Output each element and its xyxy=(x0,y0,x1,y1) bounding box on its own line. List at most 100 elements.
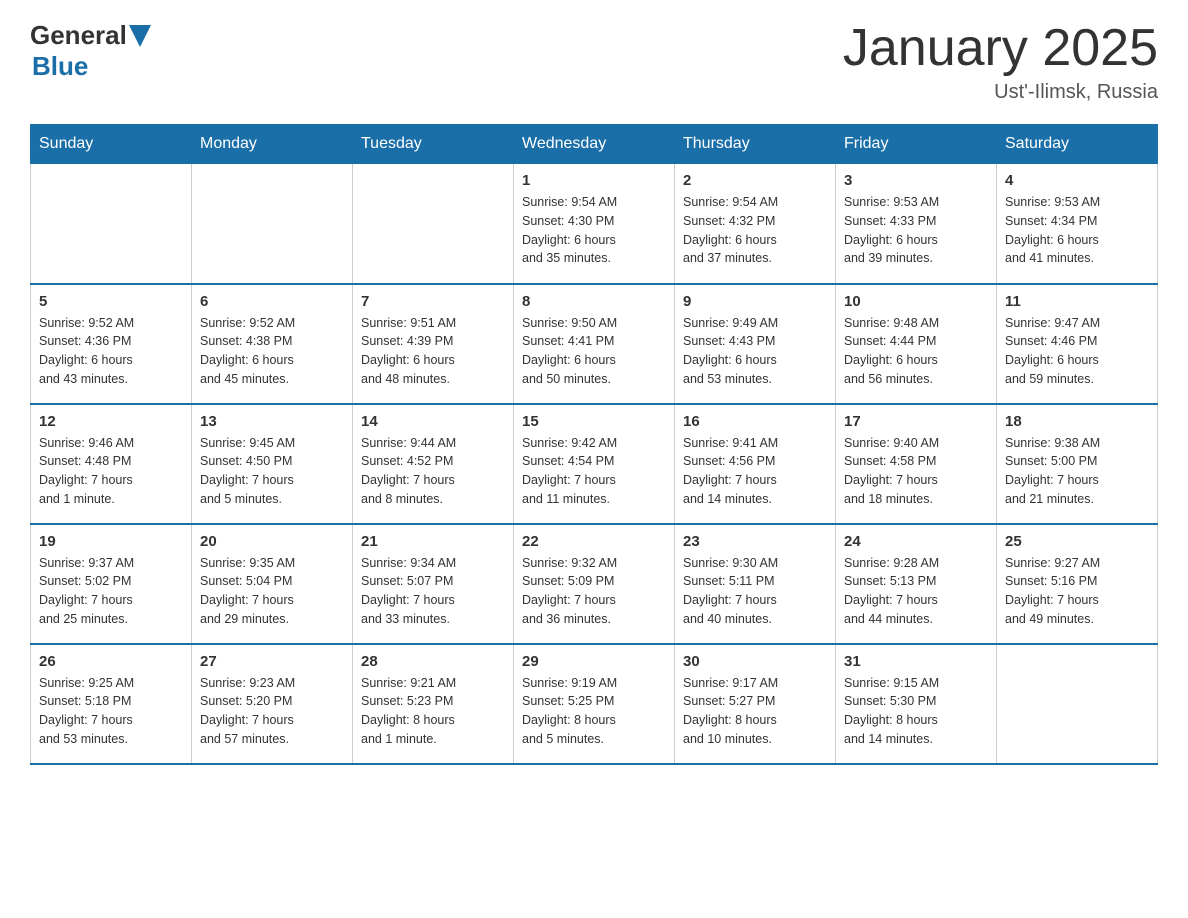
table-row: 28Sunrise: 9:21 AM Sunset: 5:23 PM Dayli… xyxy=(353,644,514,764)
table-row: 18 Sunrise: 9:38 AM Sunset: 5:00 PM Dayli… xyxy=(997,404,1158,524)
header-saturday: Saturday xyxy=(997,125,1158,164)
calendar-week-row: 1 Sunrise: 9:54 AM Sunset: 4:30 PM Daylig… xyxy=(31,164,1158,284)
day-number: 9 xyxy=(683,293,827,310)
day-info: Sunrise: 9:45 AM Sunset: 4:50 PM Dayligh… xyxy=(200,434,344,509)
day-number: 29 xyxy=(522,653,666,670)
day-number: 17 xyxy=(844,413,988,430)
table-row: 9 Sunrise: 9:49 AM Sunset: 4:43 PM Daylig… xyxy=(675,284,836,404)
location: Ust'-Ilimsk, Russia xyxy=(843,81,1158,104)
day-number: 27 xyxy=(200,653,344,670)
day-info: Sunrise: 9:41 AM Sunset: 4:56 PM Dayligh… xyxy=(683,434,827,509)
table-row: 20 Sunrise: 9:35 AM Sunset: 5:04 PM Dayli… xyxy=(192,524,353,644)
day-number: 3 xyxy=(844,172,988,189)
day-number: 14 xyxy=(361,413,505,430)
month-title: January 2025 xyxy=(843,20,1158,77)
calendar-header-row: Sunday Monday Tuesday Wednesday Thursday… xyxy=(31,125,1158,164)
table-row: 1 Sunrise: 9:54 AM Sunset: 4:30 PM Daylig… xyxy=(514,164,675,284)
day-info: Sunrise: 9:35 AM Sunset: 5:04 PM Dayligh… xyxy=(200,554,344,629)
day-info: Sunrise: 9:52 AM Sunset: 4:38 PM Dayligh… xyxy=(200,314,344,389)
calendar-week-row: 26Sunrise: 9:25 AM Sunset: 5:18 PM Dayli… xyxy=(31,644,1158,764)
day-number: 20 xyxy=(200,533,344,550)
day-info: Sunrise: 9:17 AM Sunset: 5:27 PM Dayligh… xyxy=(683,674,827,749)
day-info: Sunrise: 9:42 AM Sunset: 4:54 PM Dayligh… xyxy=(522,434,666,509)
table-row: 30 Sunrise: 9:17 AM Sunset: 5:27 PM Dayli… xyxy=(675,644,836,764)
day-info: Sunrise: 9:53 AM Sunset: 4:33 PM Dayligh… xyxy=(844,193,988,268)
table-row: 16Sunrise: 9:41 AM Sunset: 4:56 PM Dayli… xyxy=(675,404,836,524)
table-row: 22 Sunrise: 9:32 AM Sunset: 5:09 PM Dayli… xyxy=(514,524,675,644)
day-info: Sunrise: 9:28 AM Sunset: 5:13 PM Dayligh… xyxy=(844,554,988,629)
day-info: Sunrise: 9:54 AM Sunset: 4:32 PM Dayligh… xyxy=(683,193,827,268)
day-info: Sunrise: 9:46 AM Sunset: 4:48 PM Dayligh… xyxy=(39,434,183,509)
header-sunday: Sunday xyxy=(31,125,192,164)
day-info: Sunrise: 9:32 AM Sunset: 5:09 PM Dayligh… xyxy=(522,554,666,629)
table-row: 7Sunrise: 9:51 AM Sunset: 4:39 PM Daylig… xyxy=(353,284,514,404)
table-row: 17 Sunrise: 9:40 AM Sunset: 4:58 PM Dayli… xyxy=(836,404,997,524)
calendar-week-row: 12Sunrise: 9:46 AM Sunset: 4:48 PM Dayli… xyxy=(31,404,1158,524)
day-info: Sunrise: 9:44 AM Sunset: 4:52 PM Dayligh… xyxy=(361,434,505,509)
table-row: 5 Sunrise: 9:52 AM Sunset: 4:36 PM Daylig… xyxy=(31,284,192,404)
table-row: 2 Sunrise: 9:54 AM Sunset: 4:32 PM Daylig… xyxy=(675,164,836,284)
day-number: 18 xyxy=(1005,413,1149,430)
day-info: Sunrise: 9:40 AM Sunset: 4:58 PM Dayligh… xyxy=(844,434,988,509)
day-number: 2 xyxy=(683,172,827,189)
table-row: 27Sunrise: 9:23 AM Sunset: 5:20 PM Dayli… xyxy=(192,644,353,764)
header-thursday: Thursday xyxy=(675,125,836,164)
day-number: 6 xyxy=(200,293,344,310)
day-info: Sunrise: 9:47 AM Sunset: 4:46 PM Dayligh… xyxy=(1005,314,1149,389)
table-row xyxy=(31,164,192,284)
day-info: Sunrise: 9:48 AM Sunset: 4:44 PM Dayligh… xyxy=(844,314,988,389)
table-row: 25 Sunrise: 9:27 AM Sunset: 5:16 PM Dayli… xyxy=(997,524,1158,644)
logo-general-text: General xyxy=(30,20,127,51)
header-monday: Monday xyxy=(192,125,353,164)
day-number: 21 xyxy=(361,533,505,550)
day-info: Sunrise: 9:50 AM Sunset: 4:41 PM Dayligh… xyxy=(522,314,666,389)
logo-blue-text: Blue xyxy=(32,51,88,82)
day-number: 13 xyxy=(200,413,344,430)
logo-triangle-icon xyxy=(129,25,151,47)
table-row: 4Sunrise: 9:53 AM Sunset: 4:34 PM Daylig… xyxy=(997,164,1158,284)
table-row: 31 Sunrise: 9:15 AM Sunset: 5:30 PM Dayli… xyxy=(836,644,997,764)
table-row: 8 Sunrise: 9:50 AM Sunset: 4:41 PM Daylig… xyxy=(514,284,675,404)
day-number: 22 xyxy=(522,533,666,550)
table-row: 12Sunrise: 9:46 AM Sunset: 4:48 PM Dayli… xyxy=(31,404,192,524)
calendar-table: Sunday Monday Tuesday Wednesday Thursday… xyxy=(30,124,1158,765)
day-info: Sunrise: 9:15 AM Sunset: 5:30 PM Dayligh… xyxy=(844,674,988,749)
page-header: General Blue January 2025 Ust'-Ilimsk, R… xyxy=(30,20,1158,104)
day-number: 8 xyxy=(522,293,666,310)
header-wednesday: Wednesday xyxy=(514,125,675,164)
day-info: Sunrise: 9:27 AM Sunset: 5:16 PM Dayligh… xyxy=(1005,554,1149,629)
day-number: 1 xyxy=(522,172,666,189)
day-info: Sunrise: 9:34 AM Sunset: 5:07 PM Dayligh… xyxy=(361,554,505,629)
day-info: Sunrise: 9:25 AM Sunset: 5:18 PM Dayligh… xyxy=(39,674,183,749)
header-tuesday: Tuesday xyxy=(353,125,514,164)
table-row: 29 Sunrise: 9:19 AM Sunset: 5:25 PM Dayli… xyxy=(514,644,675,764)
table-row: 21 Sunrise: 9:34 AM Sunset: 5:07 PM Dayli… xyxy=(353,524,514,644)
day-number: 31 xyxy=(844,653,988,670)
calendar-week-row: 19 Sunrise: 9:37 AM Sunset: 5:02 PM Dayli… xyxy=(31,524,1158,644)
day-number: 19 xyxy=(39,533,183,550)
day-number: 5 xyxy=(39,293,183,310)
day-number: 23 xyxy=(683,533,827,550)
day-info: Sunrise: 9:53 AM Sunset: 4:34 PM Dayligh… xyxy=(1005,193,1149,268)
table-row: 15 Sunrise: 9:42 AM Sunset: 4:54 PM Dayli… xyxy=(514,404,675,524)
day-info: Sunrise: 9:49 AM Sunset: 4:43 PM Dayligh… xyxy=(683,314,827,389)
day-info: Sunrise: 9:52 AM Sunset: 4:36 PM Dayligh… xyxy=(39,314,183,389)
table-row: 6 Sunrise: 9:52 AM Sunset: 4:38 PM Daylig… xyxy=(192,284,353,404)
table-row: 19 Sunrise: 9:37 AM Sunset: 5:02 PM Dayli… xyxy=(31,524,192,644)
day-info: Sunrise: 9:37 AM Sunset: 5:02 PM Dayligh… xyxy=(39,554,183,629)
table-row xyxy=(997,644,1158,764)
day-number: 28 xyxy=(361,653,505,670)
day-number: 10 xyxy=(844,293,988,310)
title-area: January 2025 Ust'-Ilimsk, Russia xyxy=(843,20,1158,104)
day-number: 15 xyxy=(522,413,666,430)
day-info: Sunrise: 9:38 AM Sunset: 5:00 PM Dayligh… xyxy=(1005,434,1149,509)
day-info: Sunrise: 9:54 AM Sunset: 4:30 PM Dayligh… xyxy=(522,193,666,268)
table-row: 14 Sunrise: 9:44 AM Sunset: 4:52 PM Dayli… xyxy=(353,404,514,524)
day-info: Sunrise: 9:19 AM Sunset: 5:25 PM Dayligh… xyxy=(522,674,666,749)
day-number: 7 xyxy=(361,293,505,310)
day-number: 30 xyxy=(683,653,827,670)
day-number: 25 xyxy=(1005,533,1149,550)
day-number: 11 xyxy=(1005,293,1149,310)
table-row xyxy=(353,164,514,284)
table-row: 23Sunrise: 9:30 AM Sunset: 5:11 PM Dayli… xyxy=(675,524,836,644)
